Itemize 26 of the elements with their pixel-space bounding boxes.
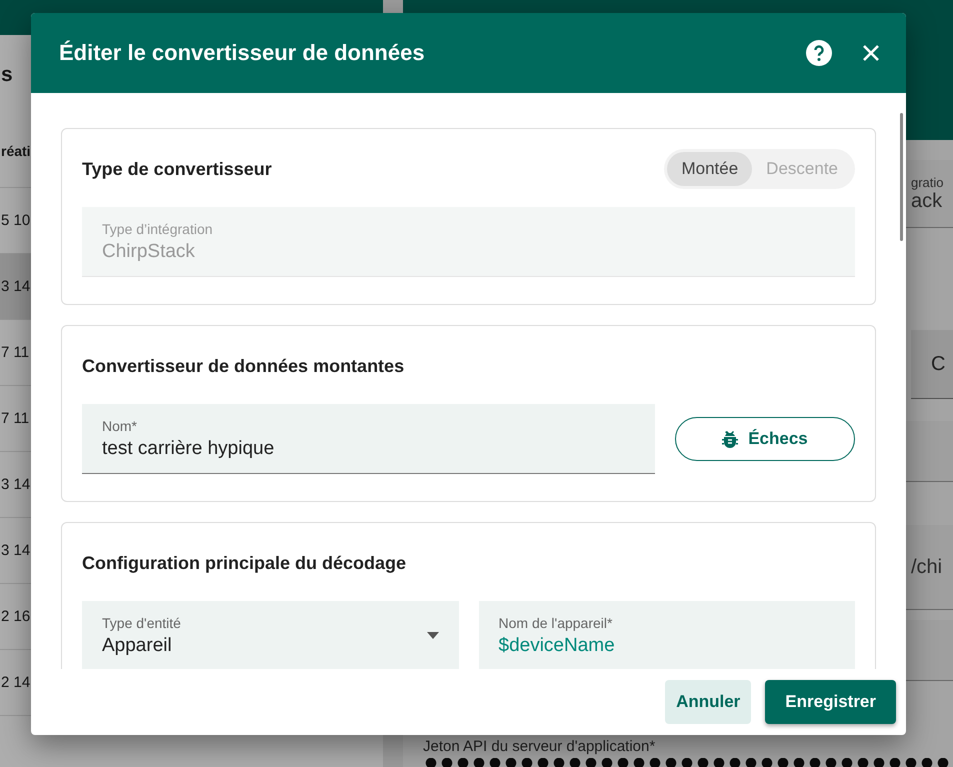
scrollbar[interactable] (900, 113, 903, 241)
dropdown-field[interactable]: Type d'entité Appareil (82, 601, 458, 669)
close-icon (862, 44, 880, 62)
field-label: gratio (911, 174, 945, 190)
save-button[interactable]: Enregistrer (765, 680, 896, 724)
field-value: /chi (911, 556, 944, 578)
close-button[interactable] (862, 44, 880, 62)
bug-icon (722, 430, 738, 448)
toggle-option[interactable]: Montée (667, 152, 752, 186)
column-header: réati (1, 143, 31, 159)
dropdown-field[interactable]: C (911, 330, 953, 399)
help-icon (806, 40, 832, 66)
caret-icon (426, 632, 438, 639)
field-value: ack (911, 190, 942, 212)
section-title: Type de convertisseur (82, 158, 272, 180)
section-title: Convertisseur de données montantes (82, 356, 404, 376)
input-field: Type d’intégration ChirpStack (82, 207, 855, 277)
page-title: s (1, 63, 13, 87)
help-button[interactable] (806, 40, 832, 66)
failures-button[interactable]: Échecs (675, 417, 855, 461)
cancel-button[interactable]: Annuler (665, 680, 752, 724)
input-field[interactable]: Nom de l'appareil* $deviceName (478, 601, 855, 669)
input-field[interactable]: Nom* test carrière hypique (82, 404, 655, 474)
section-title: Configuration principale du décodage (82, 552, 406, 574)
field-label: Jeton API du serveur d'application* (422, 738, 656, 755)
dialog-title: Éditer le convertisseur de données (59, 40, 426, 66)
